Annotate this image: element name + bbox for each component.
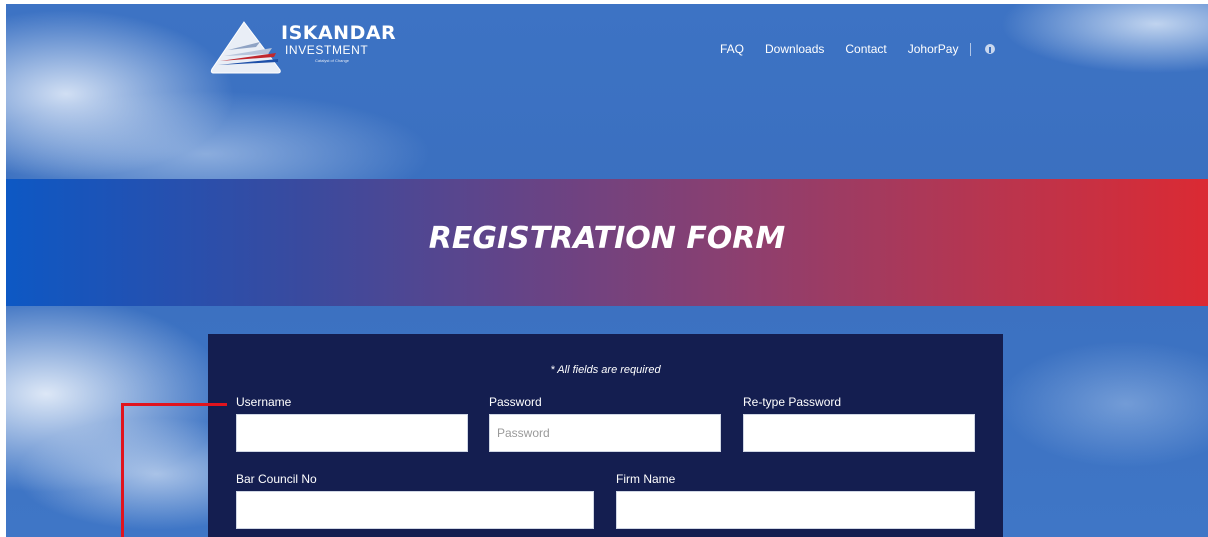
firm-name-input[interactable]	[616, 491, 975, 529]
logo-name: ISKANDAR	[281, 22, 397, 44]
nav-item-downloads[interactable]: Downloads	[765, 42, 824, 56]
site-logo[interactable]: ISKANDAR INVESTMENT Catalyst of Change	[208, 20, 396, 76]
password-input[interactable]	[489, 414, 721, 452]
username-input[interactable]	[236, 414, 468, 452]
logo-subtitle: INVESTMENT	[285, 43, 369, 57]
required-fields-note: * All fields are required	[550, 364, 661, 376]
nav-divider	[970, 42, 972, 56]
page-banner: REGISTRATION FORM	[6, 179, 1208, 306]
logo-tagline: Catalyst of Change	[315, 58, 350, 63]
annotation-line-horizontal	[121, 403, 227, 406]
page-title: REGISTRATION FORM	[428, 221, 786, 256]
nav-item-faq[interactable]: FAQ	[720, 42, 744, 56]
annotation-line-vertical	[121, 403, 124, 537]
retype-password-input[interactable]	[743, 414, 975, 452]
facebook-icon[interactable]	[985, 44, 996, 54]
triangle-logo-icon	[210, 21, 281, 74]
nav-item-contact[interactable]: Contact	[845, 42, 886, 56]
page: ISKANDAR INVESTMENT Catalyst of Change F…	[0, 0, 1208, 537]
main-nav: FAQ Downloads Contact JohorPay	[720, 42, 996, 56]
username-label: Username	[236, 395, 292, 409]
bar-council-no-input[interactable]	[236, 491, 594, 529]
registration-form: * All fields are required Username Passw…	[208, 334, 1003, 537]
nav-item-johorpay[interactable]: JohorPay	[908, 42, 959, 56]
password-label: Password	[489, 395, 542, 409]
retype-password-label: Re-type Password	[743, 395, 842, 409]
firm-name-label: Firm Name	[616, 472, 676, 486]
bar-council-no-label: Bar Council No	[236, 472, 317, 486]
